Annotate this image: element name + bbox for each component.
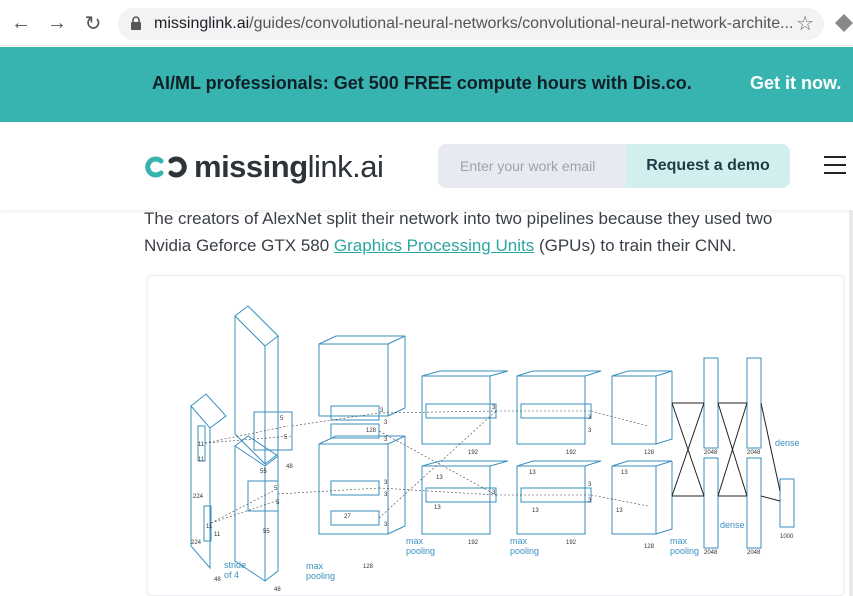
extension-icon[interactable]	[835, 14, 853, 32]
alexnet-architecture-figure: 11 11 224 224 48 stride of 4 11 11 55 55…	[147, 275, 844, 596]
diagram-label: 3	[492, 405, 496, 411]
diagram-label: 11	[198, 442, 205, 448]
diagram-label: 3	[588, 482, 592, 488]
diagram-label: 13	[434, 505, 441, 511]
diagram-label: 3	[588, 428, 592, 434]
address-bar[interactable]: missinglink.ai/guides/convolutional-neur…	[118, 8, 824, 40]
diagram-label: dense	[720, 520, 745, 530]
diagram-label: 3	[384, 492, 388, 498]
diagram-label: 128	[363, 564, 374, 570]
diagram-label: 2048	[704, 550, 718, 556]
diagram-label: 3	[384, 420, 388, 426]
reload-icon[interactable]: ↻	[80, 10, 106, 36]
diagram-label: 55	[263, 529, 270, 535]
diagram-label: 2048	[747, 550, 761, 556]
gpu-link[interactable]: Graphics Processing Units	[334, 236, 534, 255]
alexnet-diagram: 11 11 224 224 48 stride of 4 11 11 55 55…	[190, 305, 800, 593]
diagram-label: of 4	[224, 570, 239, 580]
diagram-label: 192	[566, 540, 577, 546]
email-field[interactable]	[438, 144, 628, 188]
forward-icon[interactable]: →	[44, 10, 70, 36]
diagram-label: 192	[566, 450, 577, 456]
diagram-label: 128	[644, 450, 655, 456]
request-demo-button[interactable]: Request a demo	[626, 144, 790, 188]
logo-text: missinglink.ai	[194, 149, 384, 184]
diagram-label: 192	[468, 450, 479, 456]
site-header: missinglink.ai Request a demo	[0, 122, 853, 210]
diagram-label: 2048	[704, 450, 718, 456]
diagram-label: 13	[621, 470, 628, 476]
diagram-label: 128	[366, 428, 377, 434]
diagram-label: pooling	[670, 546, 699, 556]
diagram-label: 48	[214, 577, 221, 583]
diagram-label: 11	[206, 524, 213, 530]
diagram-label: 3	[384, 437, 388, 443]
diagram-label: pooling	[510, 546, 539, 556]
diagram-label: max	[510, 536, 528, 546]
logo-mark-icon	[145, 156, 187, 178]
diagram-label: pooling	[406, 546, 435, 556]
lock-icon	[131, 16, 141, 30]
diagram-label: max	[306, 561, 324, 571]
diagram-label: max	[406, 536, 424, 546]
diagram-label: 192	[468, 540, 479, 546]
diagram-label: 13	[529, 470, 536, 476]
diagram-label: stride	[224, 560, 246, 570]
diagram-label: 1000	[780, 534, 794, 540]
back-icon[interactable]: ←	[8, 10, 34, 36]
diagram-label: 5	[280, 416, 284, 422]
article-paragraph: The creators of AlexNet split their netw…	[144, 209, 773, 255]
diagram-label: 48	[274, 587, 281, 593]
diagram-label: 13	[436, 475, 443, 481]
diagram-label: 27	[344, 514, 351, 520]
bookmark-star-icon[interactable]: ☆	[796, 11, 814, 36]
diagram-label: 55	[260, 469, 267, 475]
diagram-label: 11	[214, 532, 221, 538]
diagram-label: 5	[284, 435, 288, 441]
diagram-label: 5	[276, 500, 280, 506]
url-text: missinglink.ai/guides/convolutional-neur…	[154, 15, 794, 32]
promo-banner: AI/ML professionals: Get 500 FREE comput…	[0, 47, 853, 122]
menu-icon[interactable]	[824, 156, 846, 174]
promo-link[interactable]: Get it now.	[750, 73, 841, 94]
diagram-label: 48	[286, 464, 293, 470]
diagram-label: pooling	[306, 571, 335, 581]
diagram-label: 3	[384, 480, 388, 486]
diagram-label: 224	[191, 540, 202, 546]
diagram-label: 224	[193, 494, 204, 500]
diagram-label: 3	[384, 522, 388, 528]
diagram-label: max	[670, 536, 688, 546]
diagram-label: 5	[274, 486, 278, 492]
diagram-label: 128	[644, 544, 655, 550]
site-logo[interactable]: missinglink.ai	[144, 149, 384, 185]
scrollbar[interactable]	[849, 210, 853, 596]
promo-text: AI/ML professionals: Get 500 FREE comput…	[152, 73, 692, 93]
diagram-label: 13	[616, 508, 623, 514]
diagram-label: dense	[775, 438, 800, 448]
diagram-label: 13	[532, 508, 539, 514]
diagram-label: 11	[198, 457, 205, 463]
diagram-label: 2048	[747, 450, 761, 456]
browser-toolbar: ← → ↻ missinglink.ai/guides/convolutiona…	[0, 0, 853, 46]
